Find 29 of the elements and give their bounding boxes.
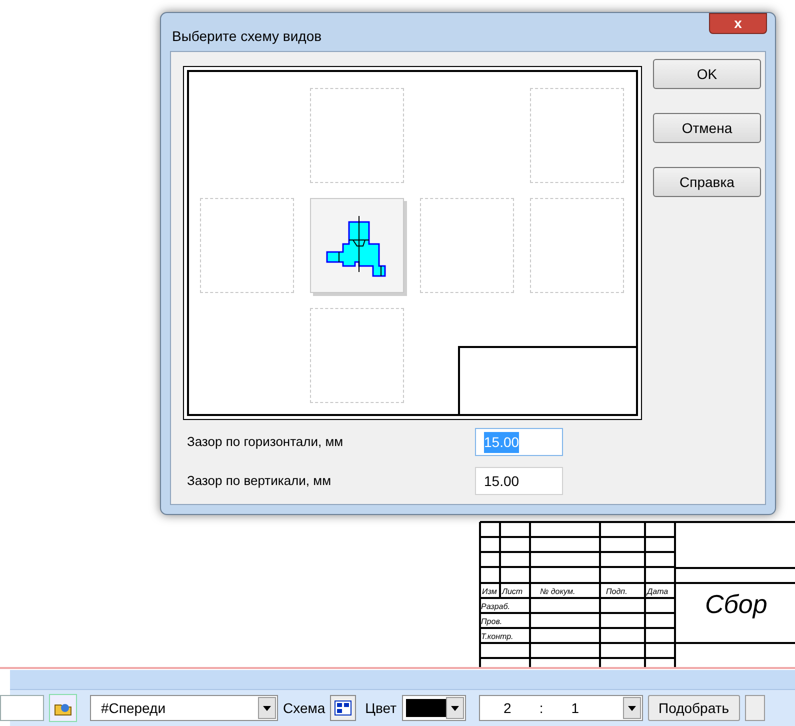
input-field[interactable]	[0, 695, 44, 721]
field-label: Зазор по вертикали, мм	[187, 472, 332, 490]
column-heading: Лист	[502, 587, 523, 596]
close-button[interactable]: x	[709, 13, 767, 34]
row-label: Т.контр.	[481, 632, 514, 641]
view-slot[interactable]	[310, 198, 404, 293]
dialog-button[interactable]: Отмена	[653, 113, 761, 143]
window-title: Выберите схему видов	[172, 27, 322, 46]
open-view-button[interactable]	[49, 694, 77, 722]
scale-dropdown[interactable]: 2 : 1	[478, 695, 643, 721]
color-label: Цвет	[365, 698, 397, 718]
row-label: Пров.	[481, 617, 502, 626]
number-field[interactable]: 15.00	[475, 467, 563, 495]
dialog-button[interactable]: Справка	[653, 167, 761, 197]
toolbar-button[interactable]	[745, 695, 766, 721]
column-heading: № докум.	[540, 587, 576, 596]
column-heading: Подп.	[606, 587, 628, 596]
field-label: Зазор по горизонтали, мм	[187, 433, 344, 452]
fit-button[interactable]: Подобрать	[648, 695, 740, 721]
scheme-label: Схема	[283, 698, 326, 718]
scheme-button[interactable]	[330, 695, 356, 721]
drawing-name: Сбор	[705, 589, 768, 619]
layout-icon	[334, 700, 352, 716]
column-heading: Дата	[647, 587, 668, 596]
dialog-button[interactable]: OK	[653, 59, 761, 89]
view-dropdown[interactable]: #Спереди	[90, 695, 278, 721]
column-heading: Изм	[482, 587, 497, 596]
color-dropdown[interactable]	[402, 695, 466, 721]
row-label: Разраб.	[481, 602, 510, 611]
